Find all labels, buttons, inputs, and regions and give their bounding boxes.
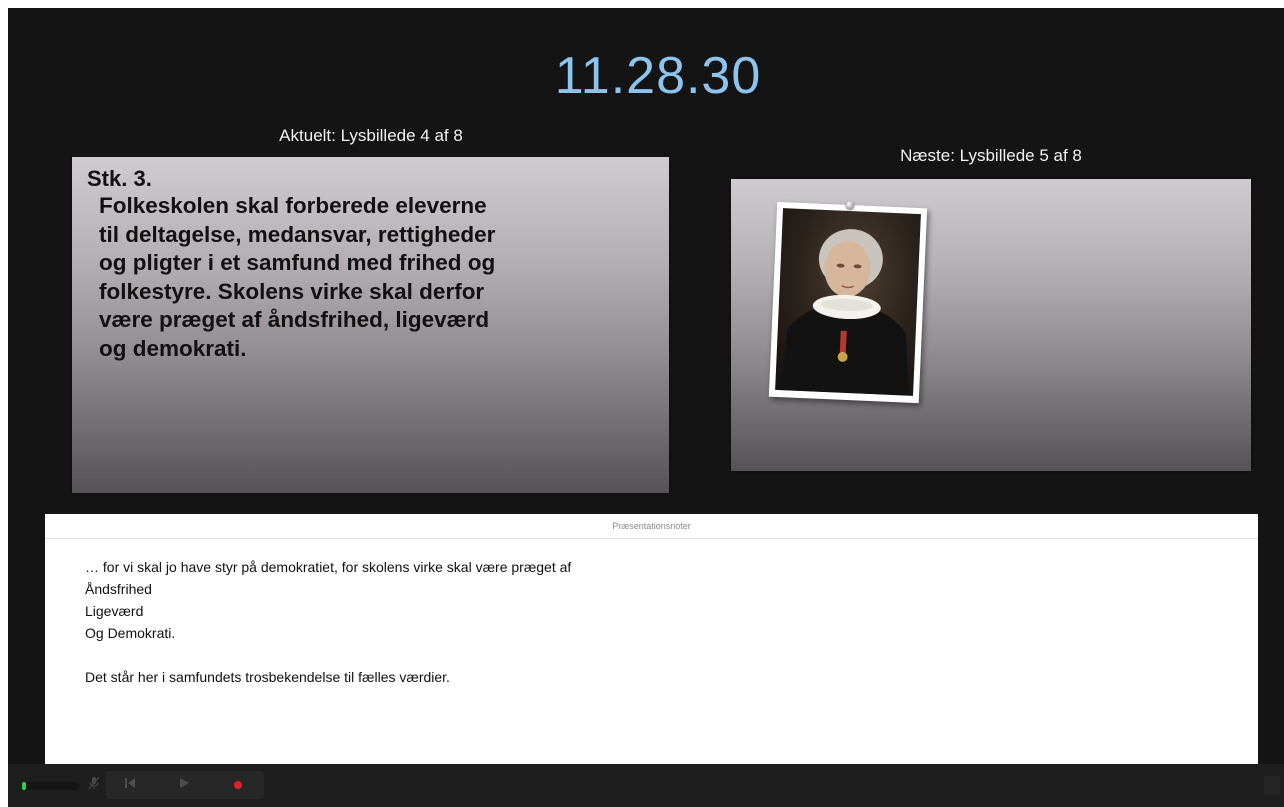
skip-back-icon <box>125 778 135 788</box>
note-line: … for vi skal jo have styr på demokratie… <box>85 559 572 575</box>
record-button[interactable] <box>218 771 258 799</box>
note-line <box>85 644 571 666</box>
presentation-clock: 11.28.30 <box>554 47 762 105</box>
slide-body-text: Folkeskolen skal forberede eleverne til … <box>99 193 496 361</box>
pin-icon <box>846 201 854 209</box>
play-icon <box>180 778 189 788</box>
portrait-photo <box>768 201 928 404</box>
current-slide-preview[interactable]: Stk. 3. Folkeskolen skal forberede eleve… <box>72 157 669 493</box>
microphone-muted-icon[interactable] <box>86 772 102 800</box>
audio-level-fill <box>22 782 26 790</box>
notes-text[interactable]: … for vi skal jo have styr på demokratie… <box>85 556 571 688</box>
presenter-notes-panel[interactable]: Præsentationsnoter … for vi skal jo have… <box>45 514 1258 764</box>
skip-back-button[interactable] <box>110 771 150 799</box>
notes-header: Præsentationsnoter <box>45 514 1258 539</box>
current-slide-label: Aktuelt: Lysbillede 4 af 8 <box>279 126 463 145</box>
presenter-toolbar <box>8 764 1284 807</box>
play-button[interactable] <box>164 771 204 799</box>
next-slide-label: Næste: Lysbillede 5 af 8 <box>900 146 1082 165</box>
window-toggle-button[interactable] <box>1264 776 1280 794</box>
record-icon <box>234 781 242 789</box>
note-line: Det står her i samfundets trosbekendelse… <box>85 669 450 685</box>
playback-controls <box>106 771 264 799</box>
next-slide-preview[interactable] <box>731 179 1251 471</box>
note-line: Og Demokrati. <box>85 625 176 641</box>
note-line: Ligeværd <box>85 603 144 619</box>
slide-title: Stk. 3. <box>87 166 152 191</box>
audio-level-meter <box>22 782 80 790</box>
presenter-window: 11.28.30 Aktuelt: Lysbillede 4 af 8 Næst… <box>8 8 1284 807</box>
portrait-figure-icon <box>780 229 909 396</box>
portrait-image <box>775 208 921 396</box>
note-line: Åndsfrihed <box>85 581 152 597</box>
